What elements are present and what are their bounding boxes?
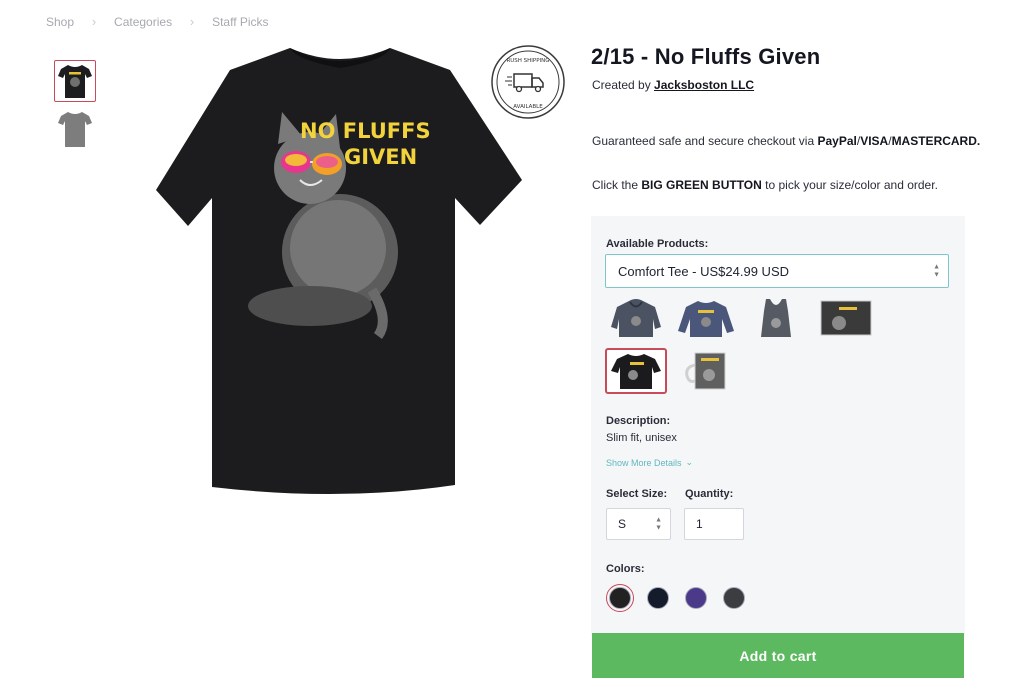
chevron-right-icon: ›: [189, 14, 195, 29]
checkout-prefix: Guaranteed safe and secure checkout via: [592, 134, 818, 148]
color-swatch-fill: [723, 587, 745, 609]
select-size-label: Select Size:: [606, 488, 668, 500]
hoodie-icon: [611, 299, 661, 337]
select-arrows-icon: ▲ ▼: [933, 263, 940, 279]
chevron-right-icon: ›: [91, 14, 97, 29]
visa-label: VISA: [860, 134, 889, 148]
select-arrows-icon: ▲ ▼: [655, 516, 662, 532]
description-label: Description:: [606, 415, 671, 427]
description-value: Slim fit, unisex: [606, 432, 677, 444]
mug-icon: [685, 352, 726, 390]
product-thumb-hoodie[interactable]: [605, 296, 667, 340]
colors-label: Colors:: [606, 563, 645, 575]
color-swatch-fill: [685, 587, 707, 609]
instruction-text: Click the BIG GREEN BUTTON to pick your …: [592, 178, 938, 192]
product-thumb-poster[interactable]: [815, 296, 877, 340]
creator-link[interactable]: Jacksboston LLC: [654, 78, 754, 92]
shirt-text-line1: NO FLUFFS: [300, 119, 431, 143]
add-to-cart-button[interactable]: Add to cart: [592, 633, 964, 678]
color-swatch-charcoal[interactable]: [720, 584, 748, 612]
rush-shipping-badge: RUSH SHIPPING AVAILABLE: [490, 44, 566, 120]
product-title: 2/15 - No Fluffs Given: [591, 44, 821, 69]
paypal-label: PayPal: [817, 134, 857, 148]
breadcrumb: Shop › Categories › Staff Picks: [46, 14, 269, 29]
sweatshirt-icon: [678, 301, 734, 337]
badge-text-top: RUSH SHIPPING: [506, 58, 549, 64]
quantity-value: 1: [696, 517, 703, 531]
thumbnail-front[interactable]: [54, 60, 96, 102]
color-swatch-fill: [647, 587, 669, 609]
checkout-guarantee: Guaranteed safe and secure checkout via …: [592, 134, 980, 148]
chevron-down-icon: ⌄: [685, 457, 694, 467]
shirt-text-line2: GIVEN: [344, 145, 417, 169]
product-options-panel: Available Products: Comfort Tee - US$24.…: [591, 216, 965, 636]
color-swatch-purple[interactable]: [682, 584, 710, 612]
main-product-image: NO FLUFFS GIVEN: [150, 40, 530, 500]
show-more-label: Show More Details: [606, 457, 682, 468]
product-select[interactable]: Comfort Tee - US$24.99 USD ▲ ▼: [605, 254, 949, 288]
quantity-input[interactable]: 1: [684, 508, 744, 540]
product-thumb-tshirt[interactable]: [605, 348, 667, 394]
product-thumb-tank-top[interactable]: [745, 296, 807, 340]
available-products-label: Available Products:: [606, 238, 709, 250]
tshirt-icon: [611, 354, 661, 389]
poster-icon: [820, 300, 872, 336]
product-thumb-sweatshirt[interactable]: [675, 296, 737, 340]
thumbnail-back[interactable]: [54, 108, 96, 150]
instruction-prefix: Click the: [592, 178, 642, 192]
tank-top-icon: [761, 299, 791, 337]
instruction-bold: BIG GREEN BUTTON: [641, 178, 762, 192]
tshirt-back-icon: [58, 112, 92, 147]
product-thumb-mug[interactable]: [675, 348, 737, 392]
breadcrumb-categories[interactable]: Categories: [114, 15, 172, 29]
color-swatch-navy[interactable]: [644, 584, 672, 612]
breadcrumb-shop[interactable]: Shop: [46, 15, 74, 29]
tshirt-thumbnail-icon: [58, 65, 92, 98]
product-select-value: Comfort Tee - US$24.99 USD: [618, 263, 789, 279]
size-select[interactable]: S ▲ ▼: [606, 508, 671, 540]
color-swatch-black[interactable]: [606, 584, 634, 612]
created-by-prefix: Created by: [592, 78, 651, 92]
mastercard-label: MASTERCARD.: [891, 134, 981, 148]
breadcrumb-staff-picks[interactable]: Staff Picks: [212, 15, 268, 29]
show-more-details-link[interactable]: Show More Details ⌄: [606, 457, 693, 468]
quantity-label: Quantity:: [685, 488, 734, 500]
creator-line: Created by Jacksboston LLC: [592, 78, 754, 92]
color-swatch-fill: [609, 587, 631, 609]
size-select-value: S: [618, 517, 627, 531]
instruction-suffix: to pick your size/color and order.: [761, 178, 938, 192]
badge-text-bottom: AVAILABLE: [513, 104, 543, 110]
